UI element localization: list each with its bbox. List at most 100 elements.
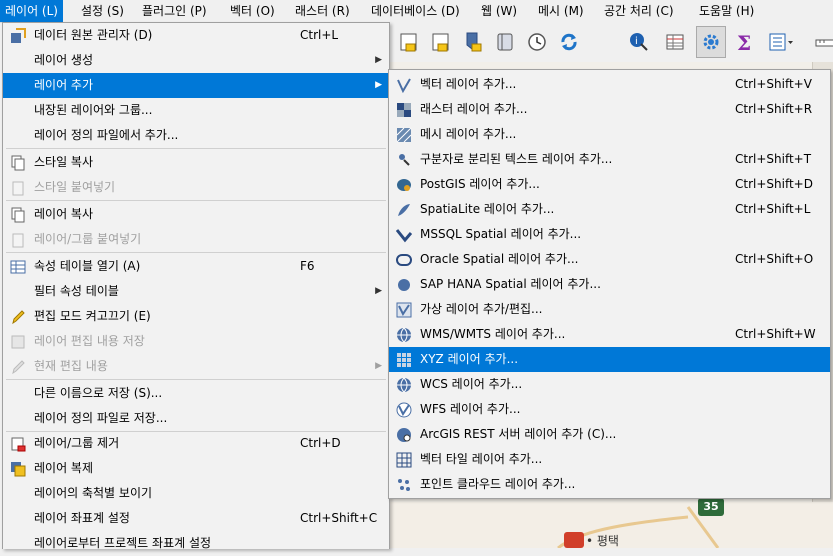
submenu-item-add-raster[interactable]: 래스터 레이어 추가... Ctrl+Shift+R [389, 97, 830, 122]
menu-item-add-from-definition[interactable]: 레이어 정의 파일에서 추가... [3, 123, 389, 148]
menu-item-save-as[interactable]: 다른 이름으로 저장 (S)... [3, 381, 389, 406]
menu-item-set-layer-crs[interactable]: 레이어 좌표계 설정 Ctrl+Shift+C [3, 506, 389, 531]
add-postgis-icon [396, 177, 412, 193]
add-vector-layer-icon [396, 77, 412, 94]
menu-item-toggle-editing[interactable]: 편집 모드 켜고끄기 (E) [3, 304, 389, 329]
refresh-icon[interactable] [554, 26, 584, 58]
toolbar: i Σ [390, 22, 833, 62]
identify-icon[interactable]: i [624, 26, 654, 58]
menu-item-copy-style[interactable]: 스타일 복사 [3, 150, 389, 175]
menu-item-current-edits[interactable]: 현재 편집 내용 ▶ [3, 354, 389, 379]
save-edits-icon [10, 334, 26, 350]
menu-item-remove-layer[interactable]: 레이어/그룹 제거 Ctrl+D [3, 431, 389, 456]
menu-help[interactable]: 도움말 (H) [694, 0, 759, 22]
submenu-item-add-wcs[interactable]: WCS 레이어 추가... [389, 372, 830, 397]
menu-mesh[interactable]: 메시 (M) [533, 0, 589, 22]
submenu-item-add-delimited-text[interactable]: 구분자로 분리된 텍스트 레이어 추가... Ctrl+Shift+T [389, 147, 830, 172]
highway-shield-icon [564, 532, 584, 548]
statistics-icon[interactable]: Σ [730, 26, 760, 58]
menu-settings[interactable]: 설정 (S) [76, 0, 129, 22]
submenu-item-add-arcgis-rest[interactable]: ArcGIS REST 서버 레이어 추가 (C)... [389, 422, 830, 447]
menu-item-copy-layer[interactable]: 레이어 복사 [3, 202, 389, 227]
menu-item-add-layer[interactable]: 레이어 추가 ▶ [3, 73, 389, 98]
processing-toolbox-icon[interactable] [696, 26, 726, 58]
menu-separator [6, 200, 386, 201]
menu-vector[interactable]: 벡터 (O) [225, 0, 280, 22]
copy-layer-icon [10, 207, 26, 223]
submenu-item-add-oracle[interactable]: Oracle Spatial 레이어 추가... Ctrl+Shift+O [389, 247, 830, 272]
menu-separator [6, 379, 386, 380]
submenu-item-add-vector-tile[interactable]: 벡터 타일 레이어 추가... [389, 447, 830, 472]
copy-style-icon [10, 155, 26, 171]
submenu-item-add-wfs[interactable]: WFS 레이어 추가... [389, 397, 830, 422]
submenu-arrow-icon: ▶ [375, 286, 382, 296]
submenu-arrow-icon: ▶ [375, 80, 382, 90]
menu-processing[interactable]: 공간 처리 (C) [599, 0, 679, 22]
menu-item-paste-layer[interactable]: 레이어/그룹 붙여넣기 [3, 227, 389, 252]
submenu-item-add-hana[interactable]: SAP HANA Spatial 레이어 추가... [389, 272, 830, 297]
new-memory-layer-icon[interactable] [490, 26, 520, 58]
submenu-item-add-vector[interactable]: 벡터 레이어 추가... Ctrl+Shift+V [389, 72, 830, 97]
menu-plugins[interactable]: 플러그인 (P) [137, 0, 212, 22]
measure-icon[interactable] [810, 26, 833, 58]
add-oracle-icon [396, 252, 412, 268]
layer-list-icon[interactable] [766, 26, 796, 58]
new-spatialite-icon[interactable] [458, 26, 488, 58]
data-source-manager-icon [10, 28, 26, 44]
paste-style-icon [10, 180, 26, 196]
add-xyz-icon [396, 352, 412, 368]
menu-web[interactable]: 웹 (W) [476, 0, 522, 22]
new-shapefile-icon[interactable] [394, 26, 424, 58]
menu-item-filter-attribute-table[interactable]: 필터 속성 테이블 ▶ [3, 279, 389, 304]
add-wms-icon [396, 327, 412, 343]
add-wfs-icon [396, 402, 412, 418]
submenu-item-add-wms[interactable]: WMS/WMTS 레이어 추가... Ctrl+Shift+W [389, 322, 830, 347]
menu-item-set-project-crs[interactable]: 레이어로부터 프로젝트 좌표계 설정 [3, 531, 389, 556]
menu-separator [6, 252, 386, 253]
submenu-item-add-spatialite[interactable]: SpatiaLite 레이어 추가... Ctrl+Shift+L [389, 197, 830, 222]
layer-menu: 데이터 원본 관리자 (D) Ctrl+L 레이어 생성 ▶ 레이어 추가 ▶ … [2, 22, 390, 550]
submenu-item-add-virtual[interactable]: 가상 레이어 추가/편집... [389, 297, 830, 322]
submenu-item-add-xyz[interactable]: XYZ 레이어 추가... [389, 347, 830, 372]
svg-text:i: i [635, 36, 638, 47]
menu-item-save-layer-edits[interactable]: 레이어 편집 내용 저장 [3, 329, 389, 354]
add-mssql-icon [395, 227, 413, 243]
road-badge: 35 [703, 500, 719, 513]
add-raster-layer-icon [396, 102, 412, 118]
place-label: • 평택 [586, 534, 619, 548]
toggle-editing-icon [10, 309, 26, 325]
menu-item-data-source-manager[interactable]: 데이터 원본 관리자 (D) Ctrl+L [3, 23, 389, 48]
new-geopackage-icon[interactable] [426, 26, 456, 58]
add-mesh-layer-icon [396, 127, 412, 143]
submenu-arrow-icon: ▶ [375, 55, 382, 65]
temporal-controller-icon[interactable] [522, 26, 552, 58]
menu-database[interactable]: 데이터베이스 (D) [366, 0, 465, 22]
menu-item-paste-style[interactable]: 스타일 붙여넣기 [3, 175, 389, 200]
menu-item-open-attribute-table[interactable]: 속성 테이블 열기 (A) F6 [3, 254, 389, 279]
add-spatialite-icon [396, 202, 412, 218]
add-layer-submenu: 벡터 레이어 추가... Ctrl+Shift+V 래스터 레이어 추가... … [388, 69, 831, 499]
submenu-item-add-mesh[interactable]: 메시 레이어 추가... [389, 122, 830, 147]
menubar: 레이어 (L) 설정 (S) 플러그인 (P) 벡터 (O) 래스터 (R) 데… [0, 0, 833, 23]
submenu-arrow-icon: ▶ [375, 361, 382, 371]
submenu-item-add-point-cloud[interactable]: 포인트 클라우드 레이어 추가... [389, 472, 830, 497]
attribute-table-icon [10, 259, 26, 275]
attribute-table-icon[interactable] [660, 26, 690, 58]
add-hana-icon [396, 277, 412, 293]
menu-item-create-layer[interactable]: 레이어 생성 ▶ [3, 48, 389, 73]
add-arcgis-icon [396, 427, 412, 443]
menu-raster[interactable]: 래스터 (R) [290, 0, 355, 22]
add-point-cloud-icon [396, 477, 412, 493]
duplicate-layer-icon [10, 461, 26, 477]
submenu-item-add-mssql[interactable]: MSSQL Spatial 레이어 추가... [389, 222, 830, 247]
current-edits-icon [10, 359, 26, 375]
menu-item-embed-layers[interactable]: 내장된 레이어와 그룹... [3, 98, 389, 123]
submenu-item-add-postgis[interactable]: PostGIS 레이어 추가... Ctrl+Shift+D [389, 172, 830, 197]
menu-item-save-as-definition[interactable]: 레이어 정의 파일로 저장... [3, 406, 389, 431]
svg-text:Σ: Σ [737, 31, 751, 53]
menu-layer[interactable]: 레이어 (L) [0, 0, 63, 22]
menu-item-duplicate-layer[interactable]: 레이어 복제 [3, 456, 389, 481]
add-wcs-icon [396, 377, 412, 393]
menu-item-scale-visibility[interactable]: 레이어의 축척별 보이기 [3, 481, 389, 506]
menu-separator [6, 148, 386, 149]
